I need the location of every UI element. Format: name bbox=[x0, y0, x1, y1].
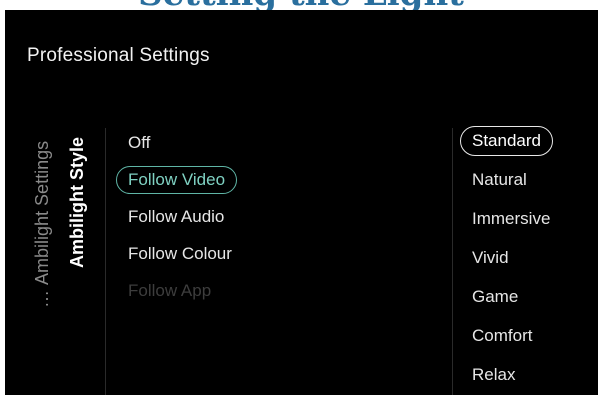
option-label: Comfort bbox=[472, 326, 533, 345]
menu-item-follow-app: Follow App bbox=[116, 272, 436, 309]
menu-item-label: Follow App bbox=[128, 281, 212, 300]
breadcrumb-parent-label: Ambilight Settings bbox=[32, 140, 52, 285]
breadcrumb-current: Ambilight Style bbox=[67, 136, 87, 268]
menu-item-follow-colour[interactable]: Follow Colour bbox=[116, 235, 436, 272]
video-mode-list: Standard Natural Immersive Vivid Game Co… bbox=[460, 121, 595, 394]
menu-item-follow-audio[interactable]: Follow Audio bbox=[116, 198, 436, 235]
option-vivid[interactable]: Vivid bbox=[460, 238, 595, 277]
menu-item-label: Follow Video bbox=[116, 166, 238, 194]
option-game[interactable]: Game bbox=[460, 277, 595, 316]
column-divider bbox=[452, 128, 453, 395]
option-label: Natural bbox=[472, 170, 527, 189]
option-relax[interactable]: Relax bbox=[460, 355, 595, 394]
menu-item-label: Follow Colour bbox=[128, 244, 232, 263]
option-label: Vivid bbox=[472, 248, 509, 267]
option-immersive[interactable]: Immersive bbox=[460, 199, 595, 238]
option-label: Immersive bbox=[472, 209, 551, 228]
option-natural[interactable]: Natural bbox=[460, 160, 595, 199]
menu-item-off[interactable]: Off bbox=[116, 124, 436, 161]
menu-item-label: Off bbox=[128, 133, 151, 152]
option-label: Relax bbox=[472, 365, 516, 384]
option-label: Game bbox=[472, 287, 519, 306]
menu-item-follow-video[interactable]: Follow Video bbox=[116, 161, 436, 198]
option-comfort[interactable]: Comfort bbox=[460, 316, 595, 355]
option-label: Standard bbox=[460, 126, 553, 156]
column-divider bbox=[105, 128, 106, 395]
tv-settings-screen: Professional Settings … Ambilight Settin… bbox=[5, 10, 598, 395]
option-standard[interactable]: Standard bbox=[460, 121, 595, 160]
breadcrumb-parent[interactable]: … Ambilight Settings bbox=[32, 141, 53, 308]
menu-item-label: Follow Audio bbox=[128, 207, 225, 226]
ambilight-style-list: Off Follow Video Follow Audio Follow Col… bbox=[116, 124, 436, 309]
ellipsis-icon: … bbox=[32, 289, 52, 308]
breadcrumb: … Ambilight Settings Ambilight Style bbox=[5, 10, 105, 395]
